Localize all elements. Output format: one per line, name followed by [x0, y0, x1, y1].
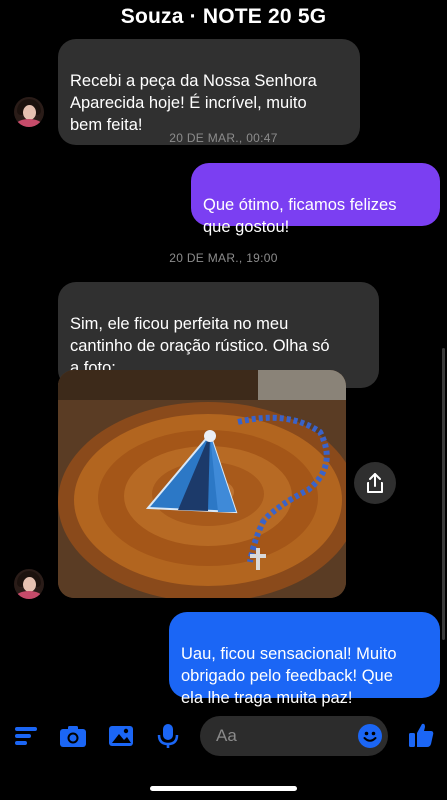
- outgoing-message[interactable]: Uau, ficou sensacional! Muito obrigado p…: [169, 612, 440, 707]
- chat-header: Souza · NOTE 20 5G: [0, 0, 447, 34]
- message-composer: [0, 708, 447, 764]
- share-button[interactable]: [354, 462, 396, 504]
- emoji-button[interactable]: [358, 724, 382, 748]
- message-text: Recebi a peça da Nossa Senhora Aparecida…: [70, 72, 317, 134]
- camera-button[interactable]: [58, 722, 88, 750]
- outgoing-message[interactable]: Que ótimo, ficamos felizes que gostou!: [191, 163, 440, 236]
- image-icon: [109, 726, 133, 746]
- message-text: Uau, ficou sensacional! Muito obrigado p…: [181, 645, 397, 707]
- timestamp: 20 DE MAR., 19:00: [169, 251, 278, 265]
- photo-attachment[interactable]: [58, 370, 346, 598]
- camera-icon: [60, 726, 86, 747]
- timestamp: 20 DE MAR., 00:47: [169, 131, 278, 145]
- message-input-wrapper: [200, 716, 388, 756]
- contact-avatar[interactable]: [14, 569, 44, 599]
- like-button[interactable]: [405, 719, 437, 751]
- message-text: Que ótimo, ficamos felizes que gostou!: [203, 196, 397, 236]
- photo-image: [58, 370, 346, 598]
- message-text: Sim, ele ficou perfeita no meu cantinho …: [70, 315, 330, 377]
- share-icon: [367, 473, 383, 493]
- contact-title[interactable]: Souza · NOTE 20 5G: [0, 0, 447, 34]
- microphone-icon: [157, 724, 179, 748]
- message-input[interactable]: [216, 716, 346, 756]
- menu-button[interactable]: [12, 722, 42, 750]
- microphone-button[interactable]: [153, 722, 183, 750]
- thumbs-up-icon: [409, 723, 434, 747]
- incoming-message[interactable]: Recebi a peça da Nossa Senhora Aparecida…: [58, 39, 360, 145]
- emoji-icon: [363, 731, 377, 742]
- gallery-button[interactable]: [106, 722, 136, 750]
- scrollbar[interactable]: [442, 348, 445, 640]
- home-indicator[interactable]: [150, 786, 297, 791]
- menu-icon: [15, 727, 37, 745]
- contact-avatar[interactable]: [14, 97, 44, 127]
